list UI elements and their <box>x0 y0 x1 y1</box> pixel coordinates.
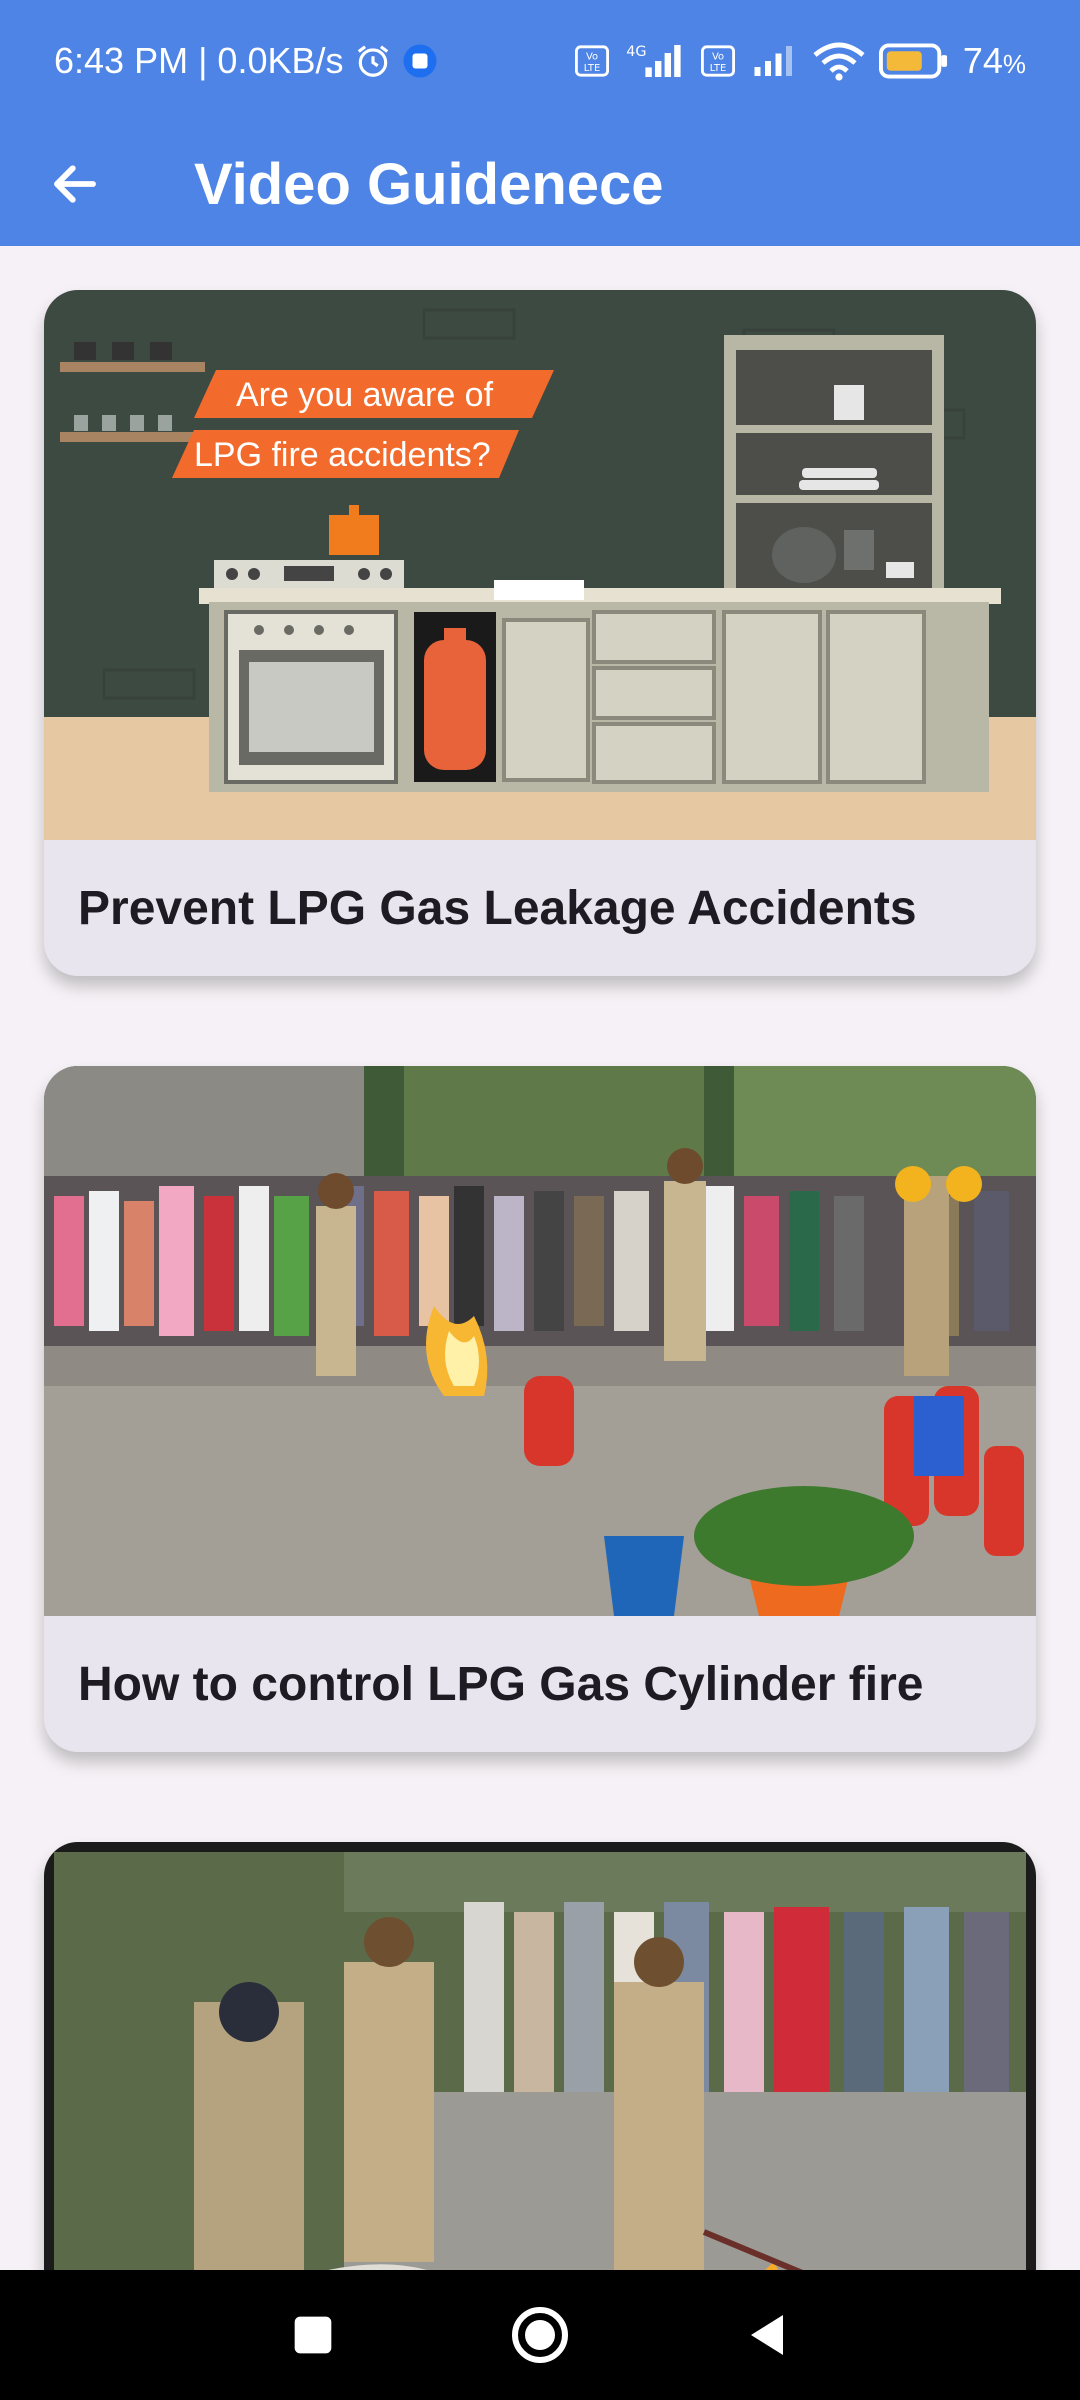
video-card-lpg-leakage[interactable]: Are you aware of LPG fire accidents? Pre… <box>44 290 1036 976</box>
video-thumbnail-kitchen[interactable]: Are you aware of LPG fire accidents? <box>44 290 1036 840</box>
signal-4g-icon: 4G <box>623 41 687 81</box>
system-nav-bar <box>0 2270 1080 2400</box>
status-bar: 6:43 PM | 0.0KB/s Vo LTE 4G Vo LTE 74% <box>0 0 1080 122</box>
video-title[interactable]: Prevent LPG Gas Leakage Accidents <box>44 840 1036 976</box>
battery-percent-unit: % <box>1002 49 1026 79</box>
alarm-icon <box>354 42 392 80</box>
home-button[interactable] <box>490 2285 590 2385</box>
status-left: 6:43 PM | 0.0KB/s <box>54 40 575 82</box>
triangle-back-icon <box>750 2315 783 2355</box>
notification-app-icon <box>402 43 438 79</box>
video-title[interactable]: How to control LPG Gas Cylinder fire <box>44 1616 1036 1752</box>
square-icon <box>294 2316 332 2354</box>
battery-percent: 74% <box>963 40 1026 82</box>
battery-icon <box>878 43 949 79</box>
volte-icon: Vo LTE <box>574 44 609 78</box>
video-list[interactable]: Are you aware of LPG fire accidents? Pre… <box>0 246 1080 2270</box>
signal-icon <box>749 43 799 79</box>
thumb-banner-line1: Are you aware of <box>236 376 494 414</box>
app-bar: Video Guidenece <box>0 122 1080 246</box>
video-thumbnail-fire-blanket[interactable] <box>44 1842 1036 2270</box>
svg-text:LTE: LTE <box>584 63 600 74</box>
battery-percent-value: 74 <box>962 40 1003 81</box>
recents-button[interactable] <box>263 2285 363 2385</box>
video-thumbnail-fire-drill[interactable] <box>44 1066 1036 1616</box>
volte-icon-2: Vo LTE <box>700 44 735 78</box>
circle-icon <box>511 2307 568 2363</box>
page-title: Video Guidenece <box>194 151 664 217</box>
svg-text:4G: 4G <box>626 44 646 60</box>
svg-text:LTE: LTE <box>710 63 726 74</box>
video-card-cylinder-fire[interactable]: How to control LPG Gas Cylinder fire <box>44 1066 1036 1752</box>
arrow-back-icon <box>54 165 96 203</box>
thumb-banner-line2: LPG fire accidents? <box>194 436 491 474</box>
status-time-speed: 6:43 PM | 0.0KB/s <box>54 40 344 81</box>
svg-text:Vo: Vo <box>586 52 598 63</box>
video-card-fire-demo[interactable] <box>44 1842 1036 2270</box>
back-nav-button[interactable] <box>717 2285 817 2385</box>
wifi-icon <box>813 41 865 81</box>
svg-text:Vo: Vo <box>712 52 724 63</box>
back-button[interactable] <box>20 122 130 246</box>
status-right: Vo LTE 4G Vo LTE 74% <box>574 40 1026 82</box>
